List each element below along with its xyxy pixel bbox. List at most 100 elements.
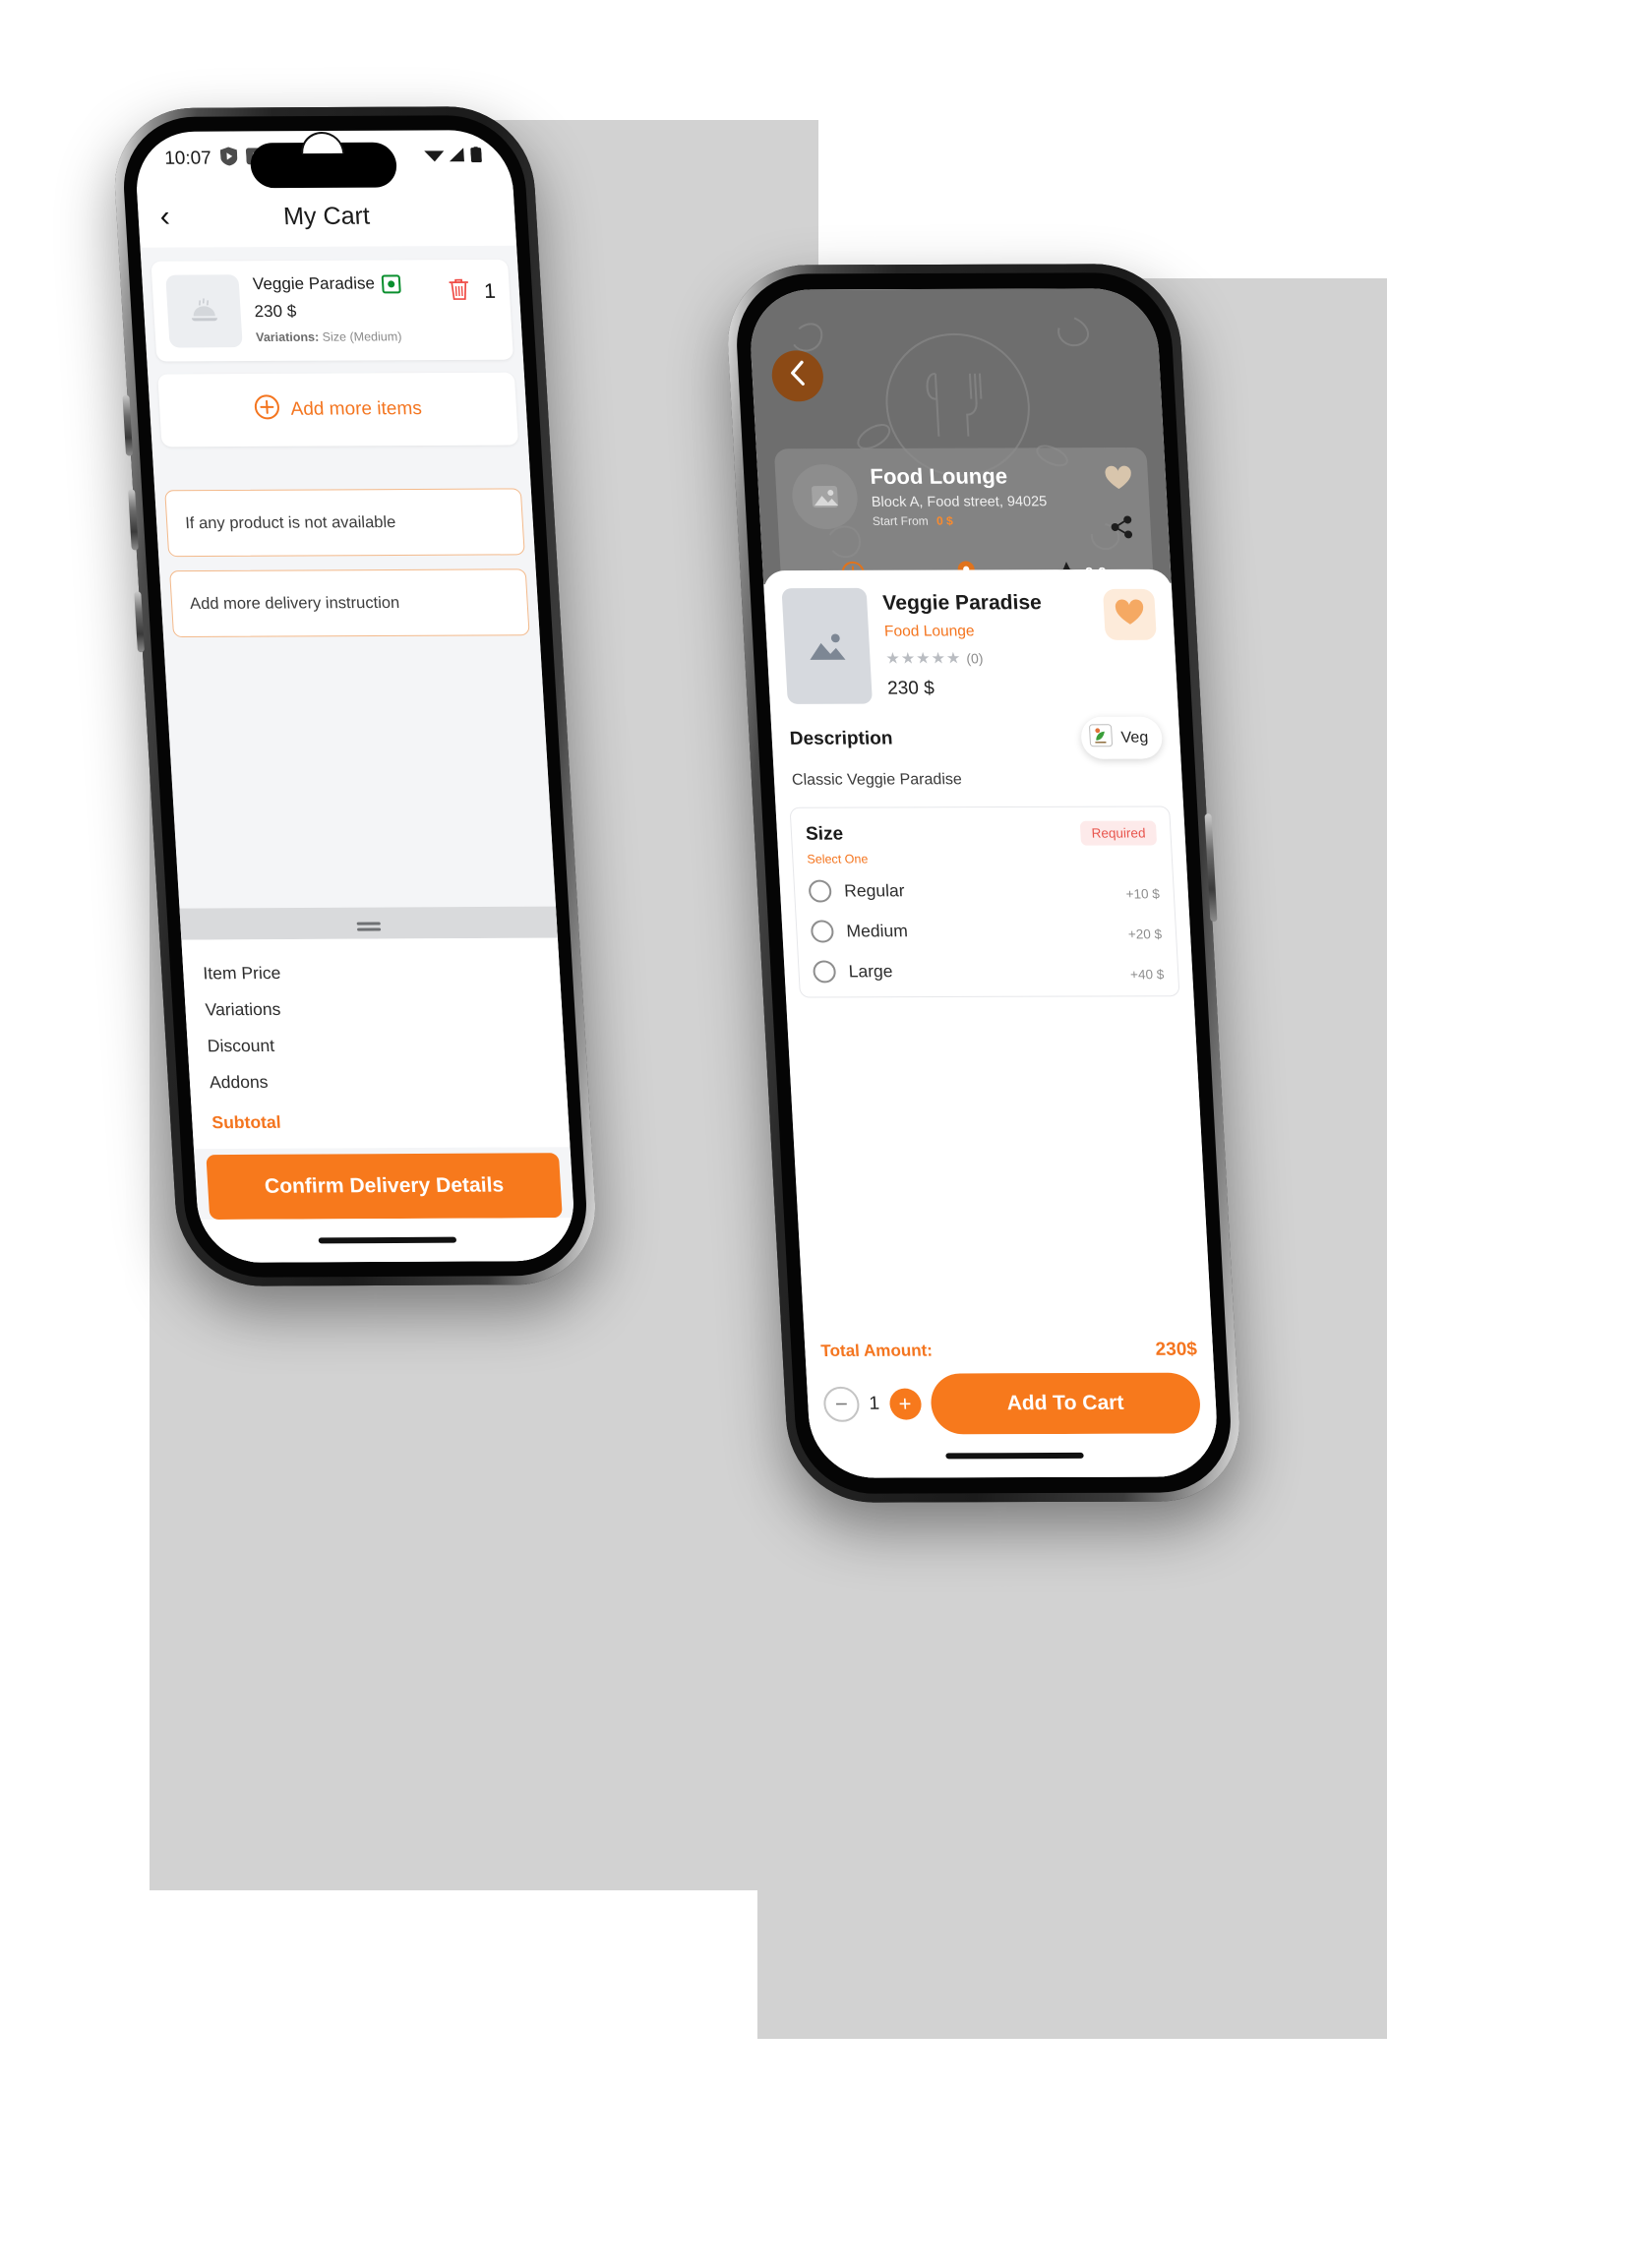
chevron-left-icon bbox=[788, 360, 807, 392]
subtotal-value bbox=[548, 1110, 549, 1131]
bottom-sheet-drag-handle[interactable] bbox=[179, 906, 558, 940]
description-text: Classic Veggie Paradise bbox=[791, 771, 963, 789]
increase-quantity-button[interactable]: + bbox=[888, 1388, 922, 1420]
summary-label: Addons bbox=[209, 1071, 270, 1093]
radio-icon[interactable] bbox=[812, 960, 837, 984]
cart-item-variations: Variations: Size (Medium) bbox=[256, 329, 438, 344]
product-header: Veggie Paradise Food Lounge ★★★★★ (0) 230… bbox=[762, 569, 1177, 714]
radio-icon[interactable] bbox=[810, 920, 835, 943]
home-indicator-area-left bbox=[198, 1218, 577, 1263]
summary-label: Item Price bbox=[202, 963, 281, 984]
summary-value bbox=[539, 962, 540, 983]
cart-item-name: Veggie Paradise bbox=[252, 273, 376, 294]
size-option-label: Medium bbox=[845, 921, 909, 941]
instruction-placeholder-2: Add more delivery instruction bbox=[189, 593, 400, 613]
veg-icon bbox=[1089, 724, 1115, 752]
signal-icon bbox=[449, 147, 466, 168]
cart-item-row[interactable]: Veggie Paradise 230 $ Variations: Size (… bbox=[151, 259, 513, 362]
image-placeholder-icon bbox=[810, 633, 846, 660]
instruction-field-delivery[interactable]: Add more delivery instruction bbox=[169, 568, 530, 638]
size-option-label: Large bbox=[848, 961, 893, 982]
restaurant-name: Food Lounge bbox=[869, 463, 1008, 489]
home-indicator-area-right bbox=[810, 1433, 1220, 1478]
back-button-left[interactable]: ‹ bbox=[159, 201, 171, 233]
product-image bbox=[781, 587, 873, 704]
summary-value bbox=[544, 1034, 545, 1054]
home-indicator-left[interactable] bbox=[318, 1236, 457, 1244]
instruction-field-availability[interactable]: If any product is not available bbox=[164, 488, 525, 558]
cart-item-thumbnail bbox=[165, 274, 243, 348]
restaurant-address: Block A, Food street, 94025 bbox=[871, 494, 1048, 510]
radio-icon[interactable] bbox=[808, 879, 832, 903]
summary-row: Variations bbox=[205, 990, 544, 1029]
product-rating: ★★★★★ (0) bbox=[885, 648, 1091, 669]
rating-count: (0) bbox=[965, 650, 984, 667]
start-from-value: 0 $ bbox=[935, 513, 954, 528]
size-option-medium[interactable]: Medium +20 $ bbox=[810, 905, 1163, 946]
size-option-price: +20 $ bbox=[1127, 926, 1163, 942]
quantity-value: 1 bbox=[868, 1393, 880, 1414]
summary-label: Discount bbox=[207, 1035, 275, 1056]
restaurant-hero: Food Lounge Block A, Food street, 94025 … bbox=[748, 288, 1172, 585]
product-price: 230 $ bbox=[886, 678, 935, 699]
cart-body: Veggie Paradise 230 $ Variations: Size (… bbox=[140, 245, 577, 1263]
product-name: Veggie Paradise bbox=[881, 591, 1043, 615]
confirm-delivery-details-button[interactable]: Confirm Delivery Details bbox=[206, 1153, 563, 1221]
favourite-button[interactable] bbox=[1103, 588, 1157, 640]
dynamic-island-left bbox=[249, 142, 398, 189]
battery-icon bbox=[470, 147, 482, 168]
required-badge: Required bbox=[1079, 820, 1158, 846]
page-title: My Cart bbox=[282, 202, 371, 230]
size-option-large[interactable]: Large +40 $ bbox=[812, 945, 1165, 986]
add-more-items-label: Add more items bbox=[289, 398, 423, 420]
size-option-group: Size Required Select One Regular +10 $ M… bbox=[789, 806, 1180, 998]
screen-left: 10:07 A ‹ My bbox=[133, 130, 577, 1263]
total-amount-label: Total Amount: bbox=[819, 1341, 934, 1360]
restaurant-start-from: Start From 0 $ bbox=[873, 513, 1094, 528]
home-indicator-right[interactable] bbox=[945, 1452, 1084, 1460]
restaurant-avatar bbox=[790, 463, 860, 530]
heart-icon[interactable] bbox=[1104, 465, 1133, 496]
share-icon[interactable] bbox=[1109, 515, 1133, 544]
product-shop-name[interactable]: Food Lounge bbox=[884, 623, 1090, 641]
decrease-quantity-button[interactable]: − bbox=[822, 1386, 861, 1422]
app-bar-left: ‹ My Cart bbox=[136, 184, 517, 248]
plus-circle-icon bbox=[254, 394, 281, 426]
veg-mark-icon bbox=[381, 273, 401, 293]
description-heading: Description bbox=[789, 728, 893, 749]
cart-spacer bbox=[163, 635, 556, 909]
product-detail-sheet: Veggie Paradise Food Lounge ★★★★★ (0) 230… bbox=[762, 568, 1220, 1478]
select-one-hint: Select One bbox=[807, 852, 869, 866]
phone-left: 10:07 A ‹ My bbox=[110, 105, 600, 1287]
summary-value bbox=[542, 998, 543, 1019]
heart-icon bbox=[1115, 598, 1146, 630]
screen-right: Food Lounge Block A, Food street, 94025 … bbox=[748, 288, 1220, 1478]
variations-label: Variations: bbox=[255, 329, 320, 345]
add-more-items-button[interactable]: Add more items bbox=[157, 372, 519, 448]
summary-row: Item Price bbox=[202, 954, 541, 992]
description-header-row: Description Veg bbox=[770, 713, 1180, 760]
phone-right: Food Lounge Block A, Food street, 94025 … bbox=[723, 264, 1244, 1503]
summary-row: Discount bbox=[207, 1027, 546, 1065]
size-group-title: Size bbox=[805, 823, 844, 845]
veg-chip: Veg bbox=[1080, 716, 1164, 759]
summary-row: Addons bbox=[209, 1062, 548, 1101]
add-to-cart-button[interactable]: Add To Cart bbox=[929, 1372, 1202, 1435]
veg-chip-label: Veg bbox=[1120, 729, 1149, 746]
summary-value bbox=[546, 1070, 547, 1091]
order-summary: Item Price Variations Discount Addons Su… bbox=[181, 937, 571, 1150]
size-option-regular[interactable]: Regular +10 $ bbox=[808, 865, 1161, 906]
stars-glyph: ★★★★★ bbox=[885, 650, 962, 668]
cart-item-quantity: 1 bbox=[483, 279, 497, 303]
instruction-placeholder-1: If any product is not available bbox=[184, 512, 396, 532]
total-amount-value: 230$ bbox=[1155, 1339, 1198, 1360]
subtotal-row: Subtotal bbox=[211, 1099, 550, 1141]
trash-icon[interactable] bbox=[448, 277, 471, 307]
status-time: 10:07 bbox=[163, 148, 212, 169]
product-bottom-bar: Total Amount: 230$ − 1 + Add To Cart bbox=[804, 1329, 1218, 1435]
restaurant-info-card: Food Lounge Block A, Food street, 94025 … bbox=[773, 447, 1156, 585]
size-option-label: Regular bbox=[843, 880, 906, 901]
size-option-price: +40 $ bbox=[1129, 967, 1165, 983]
cart-item-price: 230 $ bbox=[254, 301, 297, 322]
subtotal-label: Subtotal bbox=[211, 1111, 282, 1133]
